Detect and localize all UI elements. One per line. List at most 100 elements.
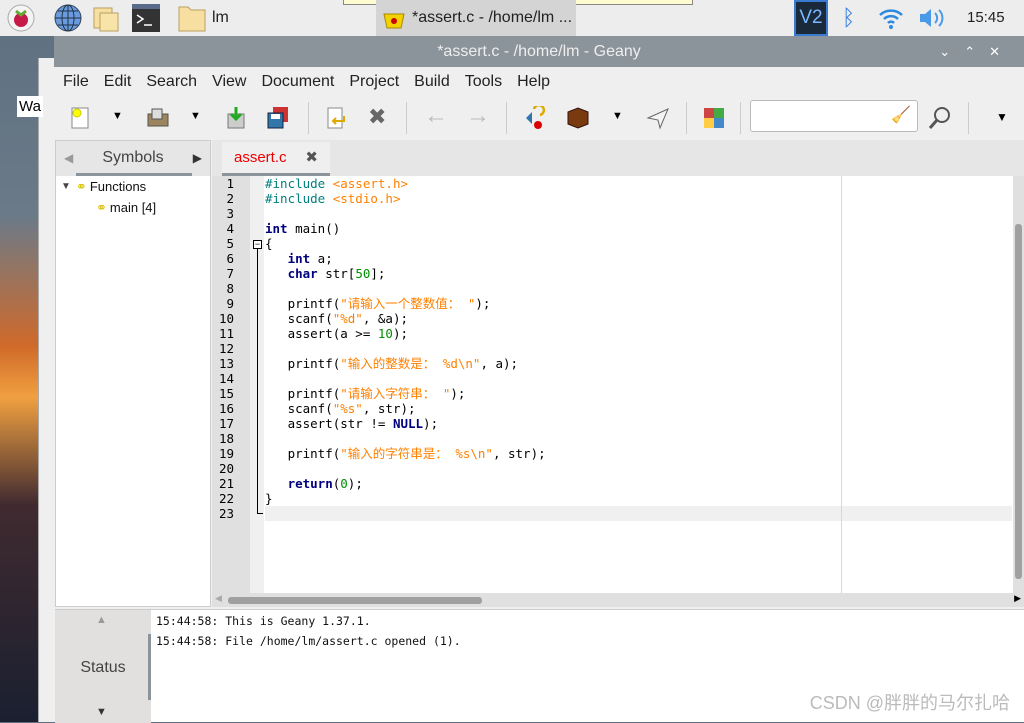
overflow-menu-icon[interactable]: ▼	[996, 110, 1008, 124]
code-token: a;	[310, 251, 333, 266]
scroll-down-icon[interactable]: ▼	[96, 706, 107, 718]
bluetooth-icon[interactable]: ᛒ	[842, 5, 855, 31]
folder-icon[interactable]	[178, 4, 206, 32]
code-token: 10	[377, 326, 393, 341]
line-number: 16	[218, 401, 234, 416]
menu-view[interactable]: View	[212, 73, 246, 91]
menu-edit[interactable]: Edit	[104, 73, 132, 91]
scroll-up-icon[interactable]: ▲	[96, 614, 107, 626]
back-icon[interactable]: ←	[424, 102, 448, 130]
folder-label[interactable]: lm	[212, 9, 229, 27]
file-manager-icon[interactable]	[92, 4, 120, 32]
volume-icon[interactable]	[918, 7, 946, 29]
tab-status[interactable]: ▲ Status ▼	[55, 610, 151, 723]
vnc-icon[interactable]: V2	[794, 0, 828, 36]
code-token: }	[265, 491, 273, 506]
menu-help[interactable]: Help	[517, 73, 550, 91]
search-input[interactable]: 🧹	[750, 100, 918, 132]
code-line: printf("输入的整数是： %d\n", a);	[265, 356, 1012, 371]
tab-scroll-right-icon[interactable]: ▶	[193, 141, 202, 175]
taskbar-task-geany[interactable]: *assert.c - /home/lm ...	[376, 0, 576, 36]
menu-search[interactable]: Search	[146, 73, 197, 91]
horizontal-scrollbar[interactable]: ◀ ▶	[212, 593, 1024, 607]
code-token: char	[287, 266, 318, 281]
close-file-icon[interactable]: ✖	[368, 104, 386, 130]
compile-icon[interactable]	[524, 106, 548, 130]
forward-icon[interactable]: →	[466, 102, 490, 130]
line-number: 9	[226, 296, 234, 311]
menu-document[interactable]: Document	[261, 73, 334, 91]
color-chooser-icon[interactable]	[702, 106, 726, 130]
code-token: , str);	[492, 446, 546, 461]
code-area[interactable]: #include <assert.h> #include <stdio.h> int…	[265, 176, 1012, 593]
build-dropdown-icon[interactable]: ▼	[612, 110, 623, 122]
line-number: 13	[218, 356, 234, 371]
open-file-icon[interactable]	[146, 106, 170, 130]
code-token: NULL	[392, 416, 424, 431]
line-number: 22	[218, 491, 234, 506]
close-window-button[interactable]: ✕	[989, 44, 1014, 59]
code-token: str[	[317, 266, 356, 281]
code-token: scanf(	[265, 311, 333, 326]
expander-icon[interactable]: ▼	[61, 176, 71, 197]
raspberry-menu-icon[interactable]	[7, 4, 35, 32]
code-line	[265, 506, 1012, 521]
open-file-dropdown-icon[interactable]: ▼	[190, 110, 201, 122]
code-line: int a;	[265, 251, 1012, 266]
minimize-button[interactable]: ⌄	[939, 44, 964, 59]
tree-item-main[interactable]: ⚭ main [4]	[56, 197, 210, 218]
wifi-icon[interactable]	[878, 6, 904, 30]
terminal-icon[interactable]	[132, 4, 160, 32]
line-number: 8	[226, 281, 234, 296]
vertical-scrollbar[interactable]	[1013, 176, 1024, 593]
menu-build[interactable]: Build	[414, 73, 450, 91]
tab-scroll-left-icon[interactable]: ◀	[64, 141, 73, 175]
fold-toggle-icon[interactable]: −	[253, 240, 262, 249]
editor: assert.c ✖ 1 2 3 4 5 6 7 8 9 10 11 12 13 14 15 16 17 18 19 2…	[212, 140, 1024, 607]
fold-margin: −	[250, 176, 264, 593]
tab-symbols[interactable]: ◀ Symbols ▶	[56, 141, 210, 176]
clear-broom-icon[interactable]: 🧹	[891, 105, 911, 125]
code-line: scanf("%d", &a);	[265, 311, 1012, 326]
search-icon[interactable]	[928, 106, 952, 130]
code-token: printf(	[265, 356, 341, 371]
browser-globe-icon[interactable]	[54, 4, 82, 32]
maximize-button[interactable]: ⌃	[964, 44, 989, 59]
tab-assert-c[interactable]: assert.c ✖	[222, 142, 330, 176]
code-token: <assert.h>	[332, 176, 408, 191]
code-line: {	[265, 236, 1012, 251]
code-token: printf(	[265, 386, 341, 401]
save-all-icon[interactable]	[266, 106, 290, 130]
code-token: assert(a >=	[265, 326, 378, 341]
code-line: assert(a >= 10);	[265, 326, 1012, 341]
build-icon[interactable]	[566, 106, 590, 130]
new-file-icon[interactable]	[68, 106, 92, 130]
line-number: 10	[218, 311, 234, 326]
geany-window: *assert.c - /home/lm - Geany ⌄⌃✕ File Ed…	[54, 36, 1024, 723]
menu-project[interactable]: Project	[349, 73, 399, 91]
save-icon[interactable]	[224, 106, 248, 130]
menu-file[interactable]: File	[63, 73, 89, 91]
code-token: "%d"	[332, 311, 363, 326]
tab-symbols-label: Symbols	[102, 149, 164, 166]
title-bar[interactable]: *assert.c - /home/lm - Geany ⌄⌃✕	[54, 36, 1024, 67]
code-token: int	[265, 221, 288, 236]
code-token: #include	[265, 176, 333, 191]
tree-item-functions[interactable]: ▼ ⚭ Functions	[56, 176, 210, 197]
menu-tools[interactable]: Tools	[465, 73, 502, 91]
code-line: int main()	[265, 221, 1012, 236]
revert-icon[interactable]	[324, 106, 348, 130]
background-window: Wa	[17, 58, 54, 722]
code-line: assert(str != NULL);	[265, 416, 1012, 431]
run-icon[interactable]	[646, 106, 670, 130]
watermark: CSDN @胖胖的马尔扎哈	[809, 693, 1010, 713]
line-number: 11	[218, 326, 234, 341]
line-number-margin: 1 2 3 4 5 6 7 8 9 10 11 12 13 14 15 16 17 18 19 20 21 22 23	[212, 176, 250, 593]
new-file-dropdown-icon[interactable]: ▼	[112, 110, 123, 122]
line-number: 15	[218, 386, 234, 401]
message-panel: ▲ Status ▼ 15:44:58: This is Geany 1.37.…	[55, 609, 1024, 723]
close-tab-icon[interactable]: ✖	[305, 142, 318, 174]
